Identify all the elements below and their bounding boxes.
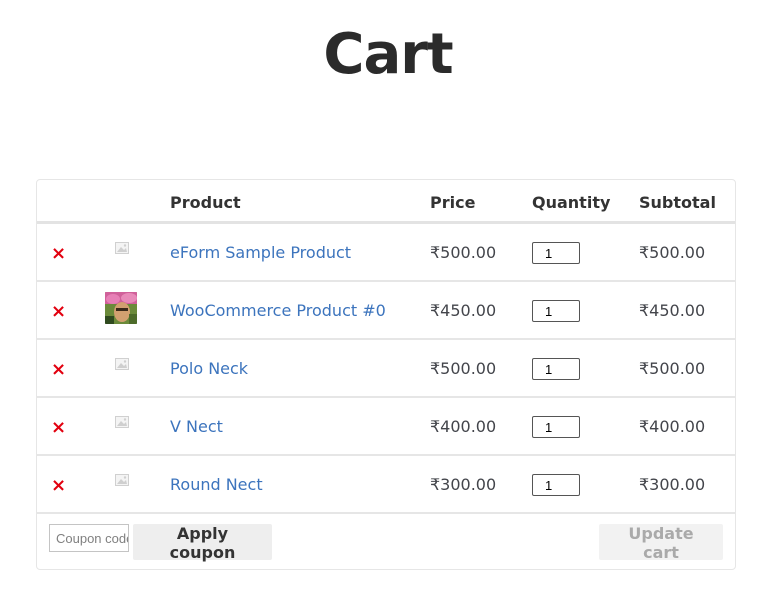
quantity-input[interactable]: [532, 474, 580, 496]
quantity-input[interactable]: [532, 300, 580, 322]
product-subtotal: ₹500.00: [639, 243, 706, 262]
coupon-code-input[interactable]: [49, 524, 129, 552]
quantity-input[interactable]: [532, 242, 580, 264]
product-price: ₹400.00: [430, 417, 497, 436]
page-title: Cart: [323, 22, 453, 87]
product-subtotal: ₹450.00: [639, 301, 706, 320]
product-link[interactable]: V Nect: [170, 417, 223, 436]
placeholder-image-icon[interactable]: [115, 474, 129, 486]
column-header-price: Price: [430, 193, 476, 212]
product-subtotal: ₹500.00: [639, 359, 706, 378]
cart-table-header: Product Price Quantity Subtotal: [37, 180, 735, 224]
remove-item-icon[interactable]: ×: [51, 360, 71, 380]
quantity-input[interactable]: [532, 358, 580, 380]
cart-row: × WooCommerce Product #0 ₹450.00 ₹450.00: [37, 282, 735, 340]
column-header-quantity: Quantity: [532, 193, 611, 212]
product-subtotal: ₹300.00: [639, 475, 706, 494]
remove-item-icon[interactable]: ×: [51, 302, 71, 322]
placeholder-image-icon[interactable]: [115, 416, 129, 428]
remove-item-icon[interactable]: ×: [51, 418, 71, 438]
column-header-product: Product: [170, 193, 241, 212]
product-link[interactable]: Round Nect: [170, 475, 263, 494]
placeholder-image-icon[interactable]: [115, 242, 129, 254]
remove-item-icon[interactable]: ×: [51, 476, 71, 496]
cart-row: × Round Nect ₹300.00 ₹300.00: [37, 456, 735, 514]
cart-row: × eForm Sample Product ₹500.00 ₹500.00: [37, 224, 735, 282]
product-subtotal: ₹400.00: [639, 417, 706, 436]
update-cart-button[interactable]: Update cart: [599, 524, 723, 562]
product-price: ₹500.00: [430, 359, 497, 378]
product-link[interactable]: Polo Neck: [170, 359, 248, 378]
cart-row: × Polo Neck ₹500.00 ₹500.00: [37, 340, 735, 398]
placeholder-image-icon[interactable]: [115, 358, 129, 370]
remove-item-icon[interactable]: ×: [51, 244, 71, 264]
cart-row: × V Nect ₹400.00 ₹400.00: [37, 398, 735, 456]
cart-table: Product Price Quantity Subtotal × eForm …: [36, 179, 736, 570]
quantity-input[interactable]: [532, 416, 580, 438]
product-price: ₹300.00: [430, 475, 497, 494]
product-link[interactable]: eForm Sample Product: [170, 243, 351, 262]
column-header-subtotal: Subtotal: [639, 193, 716, 212]
product-link[interactable]: WooCommerce Product #0: [170, 301, 386, 320]
product-thumbnail-image[interactable]: [105, 292, 137, 324]
product-price: ₹450.00: [430, 301, 497, 320]
apply-coupon-button[interactable]: Apply coupon: [133, 524, 272, 562]
product-price: ₹500.00: [430, 243, 497, 262]
cart-actions: Apply coupon Update cart: [37, 514, 735, 570]
